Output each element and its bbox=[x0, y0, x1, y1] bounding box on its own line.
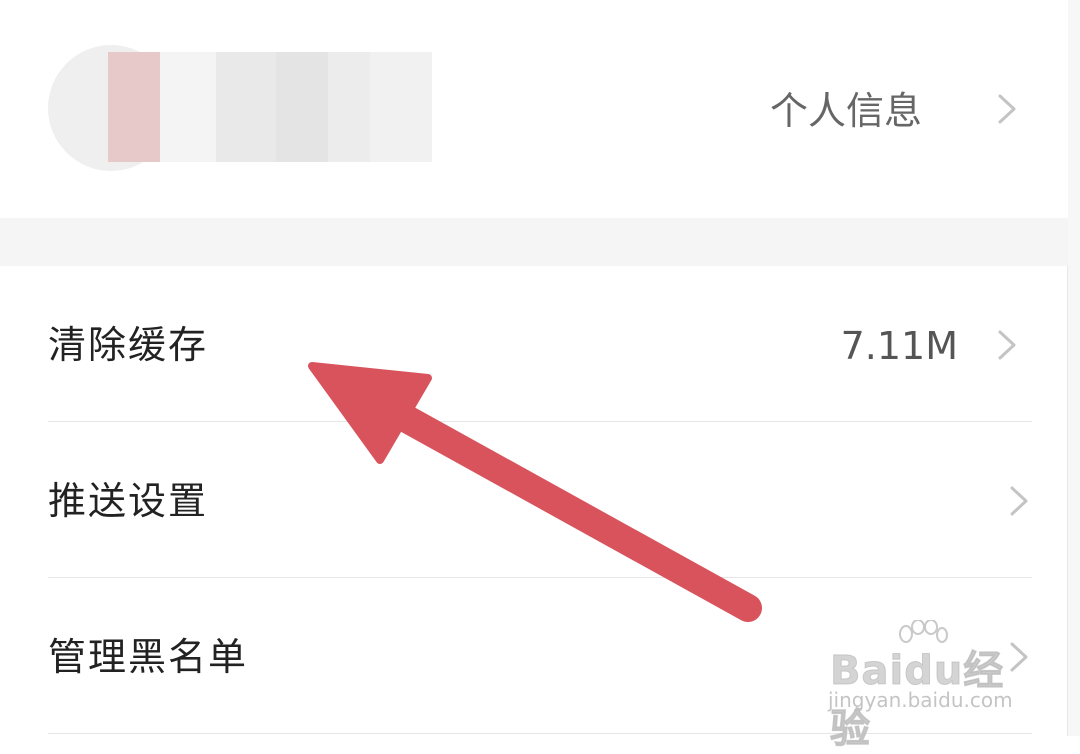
chevron-right-icon bbox=[1002, 484, 1036, 518]
cache-size-value: 7.11M bbox=[840, 324, 958, 368]
watermark-url: jingyan.baidu.com bbox=[828, 688, 1013, 712]
settings-item-push-settings[interactable]: 推送设置 bbox=[0, 422, 1068, 578]
profile-info-label[interactable]: 个人信息 bbox=[770, 86, 922, 136]
baidu-jingyan-watermark: Baidu经验 jingyan.baidu.com bbox=[824, 620, 1034, 753]
redacted-username bbox=[108, 52, 432, 162]
settings-item-label: 推送设置 bbox=[48, 479, 209, 523]
section-divider bbox=[0, 218, 1068, 266]
chevron-right-icon bbox=[990, 328, 1024, 362]
chevron-right-icon bbox=[990, 92, 1024, 126]
profile-row[interactable]: 个人信息 bbox=[0, 0, 1068, 218]
page-edge bbox=[1067, 0, 1080, 736]
settings-item-label: 清除缓存 bbox=[48, 323, 209, 367]
settings-item-label: 管理黑名单 bbox=[48, 635, 249, 679]
settings-item-clear-cache[interactable]: 清除缓存 7.11M bbox=[0, 266, 1068, 422]
